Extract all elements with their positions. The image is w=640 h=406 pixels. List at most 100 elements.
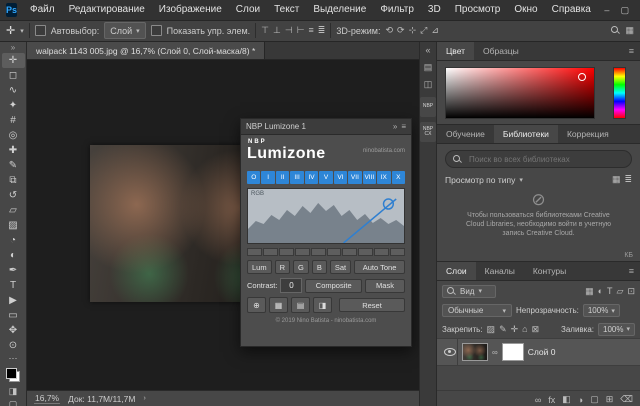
filter-shape-layers-icon[interactable]: ▱ [617,286,624,297]
zone-preview-swatch[interactable] [358,248,373,256]
zoom-level-field[interactable]: 16,7% [34,393,60,404]
lumizone-title-bar[interactable]: NBP Lumizone 1 » ≡ [241,119,411,135]
tool-zoom[interactable]: ⊙ [2,338,25,353]
tab-channels[interactable]: Каналы [476,262,524,280]
saturation-brightness-field[interactable] [445,67,595,119]
tool-gradient[interactable]: ▨ [2,218,25,233]
filter-adjustment-layers-icon[interactable]: ◐ [598,286,603,297]
hue-slider[interactable] [613,67,626,119]
contrast-stepper[interactable]: 0 [280,278,302,293]
tab-paths[interactable]: Контуры [524,262,575,280]
menu-item[interactable]: Просмотр [448,0,508,20]
lz-file-icon[interactable]: ▤ [291,297,310,313]
3d-drag-icon[interactable]: ⊹ [409,25,417,36]
filter-pixel-layers-icon[interactable]: ▦ [585,286,594,297]
auto-tone-button[interactable]: Auto Tone [354,260,405,274]
zone-preview-swatch[interactable] [263,248,278,256]
tab-adjustments[interactable]: Коррекция [558,125,618,143]
lock-position-icon[interactable]: ✛ [511,324,519,335]
workspace-switcher-icon[interactable]: ▦ [625,25,634,36]
view-by-type-select[interactable]: Просмотр по типу [445,175,515,185]
zone-button[interactable]: VI [334,171,347,184]
zone-preview-swatch[interactable] [374,248,389,256]
tab-layers[interactable]: Слои [437,262,476,280]
menu-item[interactable]: Фильтр [373,0,421,20]
tool-path-select[interactable]: ▶ [2,293,25,308]
tool-eyedropper[interactable]: ◎ [2,128,25,143]
reset-button[interactable]: Reset [339,298,405,312]
tool-history-brush[interactable]: ↺ [2,188,25,203]
blue-channel-button[interactable]: B [312,260,327,274]
autoselect-checkbox[interactable] [35,25,46,36]
layer-thumbnail[interactable] [462,343,488,361]
distribute-icon[interactable]: ≣ [318,25,326,36]
align-bottom-icon[interactable]: ⊥ [273,25,281,36]
align-top-icon[interactable]: ⊤ [261,25,269,36]
library-search-input[interactable] [467,154,624,165]
dock-nbp-panel[interactable]: NBP [420,97,436,117]
align-right-icon[interactable]: ⊢ [297,25,305,36]
layer-name[interactable]: Слой 0 [528,347,556,357]
menu-item[interactable]: Текст [267,0,306,20]
lz-mask-icon[interactable]: ◨ [313,297,332,313]
delete-layer-icon[interactable]: ⌫ [620,394,633,405]
tool-crop[interactable]: # [2,113,25,128]
green-channel-button[interactable]: G [293,260,309,274]
menu-item[interactable]: 3D [421,0,448,20]
menu-item[interactable]: Слои [229,0,267,20]
tool-eraser[interactable]: ▱ [2,203,25,218]
library-search[interactable] [445,150,632,168]
tool-move[interactable]: ✛ [2,53,25,68]
link-layers-icon[interactable]: ∞ [535,395,541,405]
zone-button[interactable]: IX [377,171,390,184]
close-button[interactable]: ✕ [634,0,640,20]
filter-smart-objects-icon[interactable]: ⊡ [627,286,635,297]
zone-button[interactable]: III [290,171,303,184]
menu-item[interactable]: Файл [23,0,62,20]
maximize-button[interactable]: ▢ [616,0,634,20]
tool-magic-wand[interactable]: ✦ [2,98,25,113]
tool-healing-brush[interactable]: ✚ [2,143,25,158]
tool-preset-caret-icon[interactable]: ▾ [20,27,24,35]
document-tab[interactable]: walpack 1143 005.jpg @ 16,7% (Слой 0, Сл… [27,42,265,59]
tool-clone-stamp[interactable]: ⧉ [2,173,25,188]
dock-info-icon[interactable]: ◫ [424,79,433,90]
3d-roll-icon[interactable]: ⟳ [397,25,405,36]
panel-menu-icon[interactable]: ≡ [623,262,640,280]
tab-learn[interactable]: Обучение [437,125,494,143]
zone-button[interactable]: O [247,171,260,184]
lock-transparency-icon[interactable]: ▨ [487,324,496,335]
sat-channel-button[interactable]: Sat [330,260,351,274]
tool-lasso[interactable]: ∿ [2,83,25,98]
zone-button[interactable]: VII [348,171,361,184]
move-tool-icon[interactable]: ✛ [6,24,15,37]
color-cursor[interactable] [578,73,586,81]
lock-artboard-icon[interactable]: ⌂ [522,324,527,335]
zone-button[interactable]: VIII [363,171,376,184]
tool-hand[interactable]: ✥ [2,323,25,338]
filter-type-layers-icon[interactable]: T [607,286,613,297]
panel-menu-icon[interactable]: ≡ [623,42,640,60]
3d-slide-icon[interactable]: ⤢ [420,25,427,36]
search-icon[interactable] [611,26,620,35]
toolbar-expand-icon[interactable]: » [11,43,15,53]
histogram[interactable]: RGB [247,188,405,244]
zone-preview-swatch[interactable] [342,248,357,256]
layer-filter-kind-select[interactable]: Вид ▾ [442,285,496,298]
panel-menu-icon[interactable]: ≡ [401,122,406,131]
zone-preview-swatch[interactable] [390,248,405,256]
red-channel-button[interactable]: R [275,260,290,274]
tool-marquee[interactable]: ◻ [2,68,25,83]
layer-visibility-toggle[interactable] [442,339,458,365]
zone-preview-swatch[interactable] [279,248,294,256]
tab-libraries[interactable]: Библиотеки [494,125,558,143]
tab-swatches[interactable]: Образцы [474,42,528,60]
new-layer-icon[interactable]: ⊞ [606,394,614,405]
menu-item[interactable]: Окно [507,0,544,20]
new-adjustment-icon[interactable]: ◑ [578,395,583,405]
menu-item[interactable]: Справка [545,0,598,20]
3d-rotate-icon[interactable]: ⟲ [386,25,394,36]
zone-preview-swatch[interactable] [295,248,310,256]
new-group-icon[interactable]: ▢ [590,394,599,405]
menu-item[interactable]: Выделение [306,0,373,20]
